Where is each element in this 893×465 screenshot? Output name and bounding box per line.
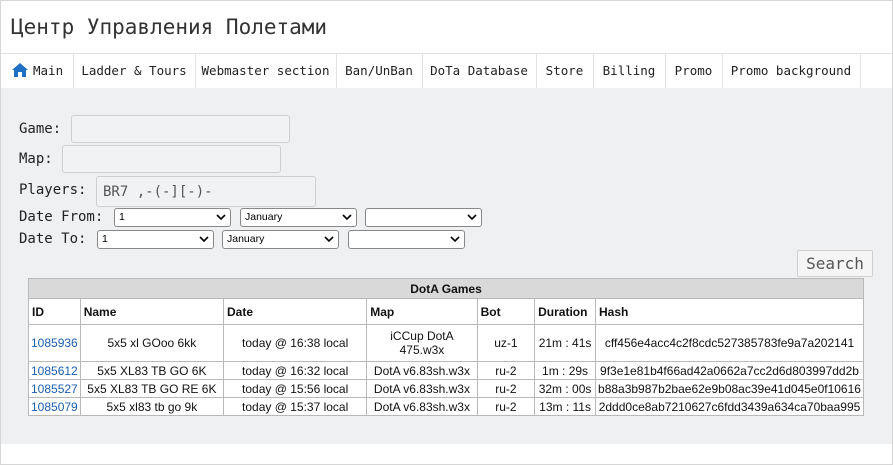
game-name: 5x5 XL83 TB GO 6K bbox=[79, 361, 225, 380]
date-from-month-select[interactable]: January bbox=[240, 208, 357, 227]
game-date: today @ 15:56 local bbox=[223, 379, 368, 398]
main-nav: Main Ladder & Tours Webmaster section Ba… bbox=[1, 53, 892, 89]
game-date: today @ 16:32 local bbox=[223, 361, 368, 380]
date-from-month-value: January bbox=[245, 211, 283, 223]
chevron-down-icon bbox=[467, 214, 477, 221]
game-input[interactable] bbox=[71, 115, 290, 143]
game-duration: 32m : 00s bbox=[534, 379, 596, 398]
game-date: today @ 15:37 local bbox=[223, 397, 368, 416]
site-header: Центр Управления Полетами bbox=[1, 1, 892, 53]
nav-item-promo[interactable]: Promo bbox=[665, 54, 723, 88]
column-header-hash: Hash bbox=[595, 298, 864, 325]
map-label: Map: bbox=[19, 151, 53, 167]
chevron-down-icon bbox=[324, 236, 334, 243]
game-bot: ru-2 bbox=[476, 361, 536, 380]
column-header-duration: Duration bbox=[534, 298, 596, 325]
players-input[interactable] bbox=[96, 176, 316, 207]
game-duration: 1m : 29s bbox=[534, 361, 596, 380]
game-bot: ru-2 bbox=[476, 397, 536, 416]
home-icon bbox=[12, 63, 28, 77]
game-bot: uz-1 bbox=[476, 324, 536, 362]
nav-item-ladder-tours[interactable]: Ladder & Tours bbox=[73, 54, 196, 88]
game-map: DotA v6.83sh.w3x bbox=[366, 397, 478, 416]
game-name: 5x5 xl GOoo 6kk bbox=[79, 324, 225, 362]
game-hash: 2ddd0ce8ab7210627c6fdd3439a634ca70baa995 bbox=[595, 397, 864, 416]
chevron-down-icon bbox=[342, 214, 352, 221]
table-row: 1085079 5x5 xl83 tb go 9k today @ 15:37 … bbox=[28, 397, 864, 416]
game-map: DotA v6.83sh.w3x bbox=[366, 379, 478, 398]
chevron-down-icon bbox=[450, 236, 460, 243]
nav-item-dota-database[interactable]: DoTa Database bbox=[422, 54, 537, 88]
game-map: iCCup DotA 475.w3x bbox=[366, 324, 478, 362]
date-to-month-value: January bbox=[227, 233, 265, 245]
column-header-date: Date bbox=[223, 298, 368, 325]
game-label: Game: bbox=[19, 121, 62, 137]
game-id-link[interactable]: 1085079 bbox=[28, 397, 81, 416]
game-hash: cff456e4acc4c2f8cdc527385783fe9a7a202141 bbox=[595, 324, 864, 362]
date-from-year-select[interactable] bbox=[365, 208, 482, 227]
date-from-label: Date From: bbox=[19, 209, 104, 225]
column-header-bot: Bot bbox=[476, 298, 536, 325]
table-row: 1085612 5x5 XL83 TB GO 6K today @ 16:32 … bbox=[28, 361, 864, 380]
game-map: DotA v6.83sh.w3x bbox=[366, 361, 478, 380]
game-duration: 21m : 41s bbox=[534, 324, 596, 362]
game-name: 5x5 XL83 TB GO RE 6K bbox=[79, 379, 225, 398]
nav-item-main[interactable]: Main bbox=[1, 54, 74, 88]
chevron-down-icon bbox=[216, 214, 226, 221]
search-button[interactable]: Search bbox=[797, 250, 873, 277]
game-id-link[interactable]: 1085612 bbox=[28, 361, 81, 380]
nav-item-label: Main bbox=[33, 63, 64, 78]
date-to-label: Date To: bbox=[19, 231, 87, 247]
game-hash: b88a3b987b2bae62e9b08ac39e41d045e0f10616 bbox=[595, 379, 864, 398]
chevron-down-icon bbox=[199, 236, 209, 243]
column-header-name: Name bbox=[79, 298, 225, 325]
site-title: Центр Управления Полетами bbox=[11, 15, 328, 39]
date-from-day-select[interactable]: 1 bbox=[114, 208, 231, 227]
nav-item-store[interactable]: Store bbox=[536, 54, 594, 88]
game-id-link[interactable]: 1085936 bbox=[28, 324, 81, 362]
game-date: today @ 16:38 local bbox=[223, 324, 368, 362]
table-row: 1085936 5x5 xl GOoo 6kk today @ 16:38 lo… bbox=[28, 324, 864, 362]
game-name: 5x5 xl83 tb go 9k bbox=[79, 397, 225, 416]
date-to-year-select[interactable] bbox=[348, 230, 465, 249]
column-header-id: ID bbox=[28, 298, 81, 325]
game-hash: 9f3e1e81b4f66ad42a0662a7cc2d6d803997dd2b bbox=[595, 361, 864, 380]
date-to-day-select[interactable]: 1 bbox=[97, 230, 214, 249]
nav-item-billing[interactable]: Billing bbox=[593, 54, 666, 88]
date-from-day-value: 1 bbox=[119, 211, 125, 223]
game-bot: ru-2 bbox=[476, 379, 536, 398]
nav-item-ban-unban[interactable]: Ban/UnBan bbox=[336, 54, 423, 88]
games-table: DotA Games ID Name Date Map Bot Duration… bbox=[28, 278, 864, 416]
date-to-day-value: 1 bbox=[102, 233, 108, 245]
nav-item-webmaster-section[interactable]: Webmaster section bbox=[195, 54, 337, 88]
game-duration: 13m : 11s bbox=[534, 397, 596, 416]
game-id-link[interactable]: 1085527 bbox=[28, 379, 81, 398]
date-to-month-select[interactable]: January bbox=[222, 230, 339, 249]
table-caption: DotA Games bbox=[28, 278, 864, 299]
players-label: Players: bbox=[19, 182, 87, 198]
map-input[interactable] bbox=[62, 145, 281, 173]
table-row: 1085527 5x5 XL83 TB GO RE 6K today @ 15:… bbox=[28, 379, 864, 398]
nav-item-promo-background[interactable]: Promo background bbox=[722, 54, 861, 88]
column-header-map: Map bbox=[366, 298, 478, 325]
